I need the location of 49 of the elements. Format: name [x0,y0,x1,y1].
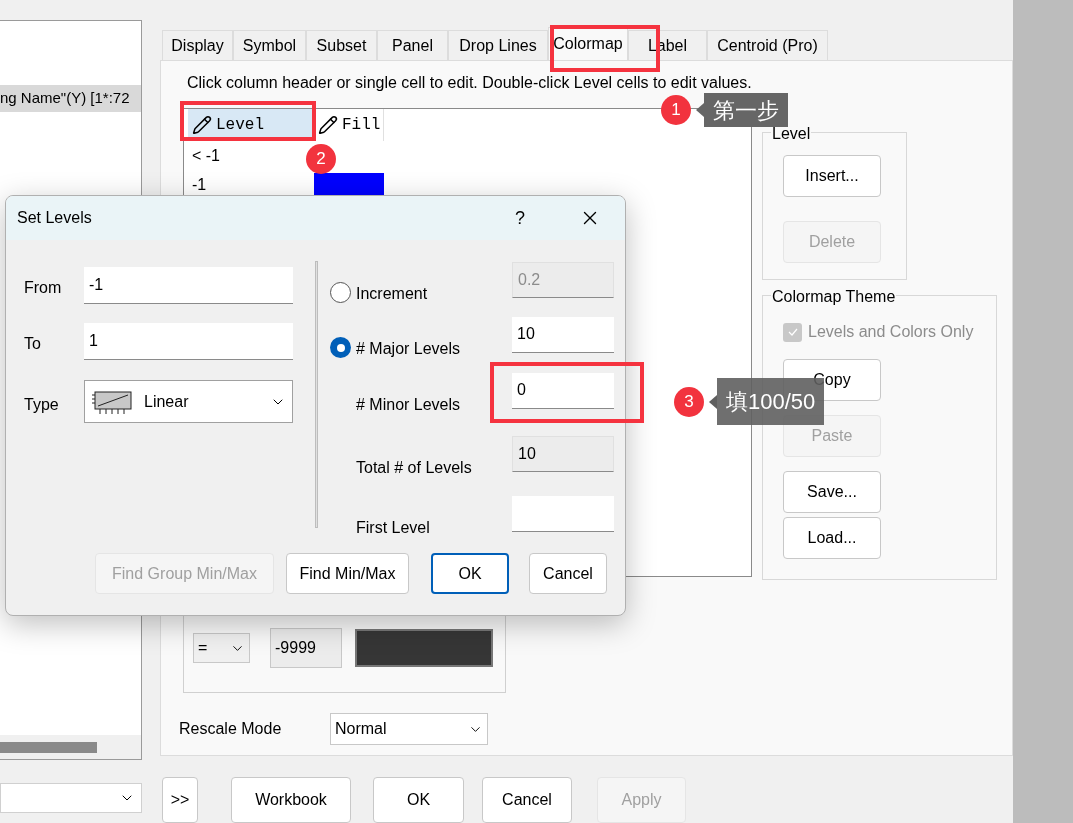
option-label: Increment [356,284,428,304]
step-tooltip: 第一步 [704,93,788,127]
button[interactable]: Insert... [783,155,881,197]
tab[interactable]: Display [162,30,233,60]
horizontal-scrollbar[interactable] [0,735,141,759]
check-icon [786,326,799,338]
button[interactable]: Save... [783,471,881,513]
tab[interactable]: Drop Lines [448,30,548,60]
input-field[interactable]: 10 [512,317,614,353]
help-button[interactable]: ? [510,204,530,232]
linear-scale-icon [92,388,134,415]
input-field[interactable]: 0 [512,373,614,409]
tab[interactable]: Panel [377,30,448,60]
input-field[interactable]: 1 [84,323,293,360]
option-label: First Level [356,518,430,538]
option-label: Total # of Levels [356,458,472,478]
dialog-title: Set Levels [17,208,92,228]
tab[interactable]: Subset [306,30,377,60]
color-swatch[interactable] [355,629,493,667]
operator-select[interactable]: = [193,633,250,663]
checkbox-label: Levels and Colors Only [808,322,974,342]
button[interactable]: OK [373,777,464,823]
tab[interactable]: Centroid (Pro) [707,30,828,60]
instruction-text: Click column header or single cell to edit. Double-click Level cells to edit values. [187,73,753,93]
field-label: Type [24,394,60,415]
button[interactable]: OK [431,553,509,594]
field-label: Rescale Mode [179,719,283,739]
rescale-select[interactable]: Normal [330,713,488,745]
button[interactable]: Cancel [529,553,607,594]
pencil-icon [318,115,338,135]
list-item[interactable]: ng Name"(Y) [1*:72 [0,85,141,112]
button[interactable]: Cancel [482,777,572,823]
table-cell-text: -1 [191,174,208,195]
button[interactable]: >> [162,777,198,823]
button[interactable]: Find Min/Max [286,553,409,594]
button[interactable]: Workbook [231,777,351,823]
value-field[interactable]: -9999 [270,628,342,668]
field-label: From [24,278,63,298]
button[interactable]: Load... [783,517,881,559]
option-label: # Major Levels [356,339,461,359]
pencil-icon [192,115,212,135]
radio-button[interactable] [330,337,351,358]
input-field[interactable] [512,496,614,532]
option-label: # Minor Levels [356,395,461,415]
field-label: To [24,334,42,354]
input-field[interactable]: -1 [84,267,293,304]
type-select[interactable]: Linear [84,380,293,423]
table-cell-text: < -1 [191,145,221,166]
tab[interactable]: Symbol [233,30,306,60]
